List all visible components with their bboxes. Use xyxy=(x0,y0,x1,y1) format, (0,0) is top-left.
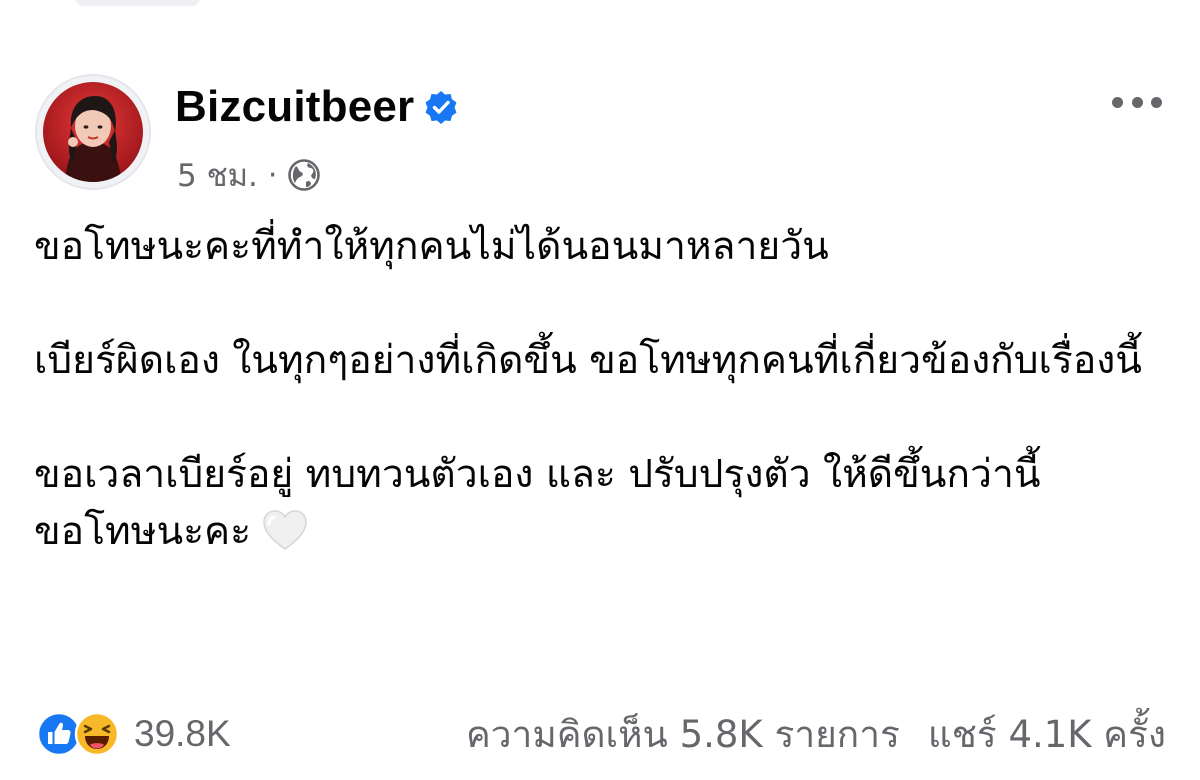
globe-icon[interactable] xyxy=(287,158,321,192)
post-time[interactable]: 5 ชม. xyxy=(177,150,258,200)
more-dot-icon xyxy=(1151,96,1162,108)
reaction-count: 39.8K xyxy=(134,713,231,754)
haha-icon xyxy=(74,711,120,757)
more-options-button[interactable] xyxy=(1112,90,1162,114)
shares-count-link[interactable]: แชร์ 4.1K ครั้ง xyxy=(928,705,1166,764)
post-paragraph-3: ขอเวลาเบียร์อยู่ ทบทวนตัวเอง และ ปรับปรุ… xyxy=(34,446,1164,560)
facebook-post: Bizcuitbeer 5 ชม. · ขอโทษนะคะที่ทำให้ทุก… xyxy=(0,0,1200,780)
post-paragraph-3-text: ขอเวลาเบียร์อยู่ ทบทวนตัวเอง และ ปรับปรุ… xyxy=(34,452,1041,554)
post-footer: 39.8K ความคิดเห็น 5.8K รายการ แชร์ 4.1K … xyxy=(36,706,1166,762)
author-name[interactable]: Bizcuitbeer xyxy=(175,82,414,132)
comments-count-link[interactable]: ความคิดเห็น 5.8K รายการ xyxy=(466,705,900,764)
post-paragraph-1: ขอโทษนะคะที่ทำให้ทุกคนไม่ได้นอนมาหลายวัน xyxy=(34,224,829,269)
post-body: ขอโทษนะคะที่ทำให้ทุกคนไม่ได้นอนมาหลายวัน… xyxy=(34,218,1164,560)
white-heart-icon xyxy=(261,508,309,552)
author-row: Bizcuitbeer xyxy=(175,82,458,132)
verified-badge-icon xyxy=(424,90,458,124)
post-paragraph-2-text: เบียร์ผิดเอง ในทุกๆอย่างที่เกิดขึ้น ขอโท… xyxy=(34,338,1142,383)
engagement-stats: ความคิดเห็น 5.8K รายการ แชร์ 4.1K ครั้ง xyxy=(466,705,1166,764)
reactions-summary[interactable]: 39.8K xyxy=(36,711,231,757)
more-dot-icon xyxy=(1131,96,1143,108)
post-meta: 5 ชม. · xyxy=(177,150,321,200)
avatar-image xyxy=(43,82,143,182)
avatar[interactable] xyxy=(35,74,151,190)
more-dot-icon xyxy=(1112,96,1123,108)
post-paragraph-2: เบียร์ผิดเอง ในทุกๆอย่างที่เกิดขึ้น ขอโท… xyxy=(34,332,1164,389)
meta-separator: · xyxy=(267,157,278,193)
